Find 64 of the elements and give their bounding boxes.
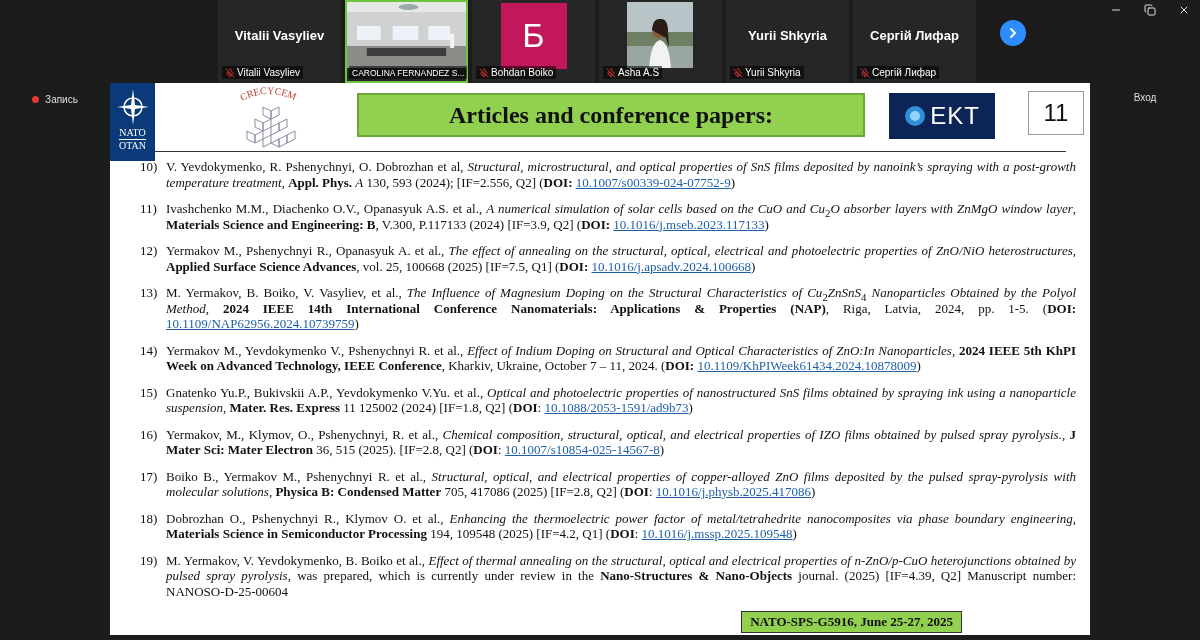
participant-tile[interactable]: Б Bohdan Boiko xyxy=(472,0,595,83)
reference-text: M. Yermakov, B. Boiko, V. Vasyliev, et al., The Influence of Magnesium Doping on the Structural Characteristics of Cu$_{2}$ZnSnS$_{4}$ Nanoparticles Obtained by the Polyol Method, 2024 IEEE 14th International Conference Nanomaterials: Applications & Properties (NAP), Riga, Latvia, 2024, pp. 1-5. (DOI: 10.1109/NAP62956.2024.10739759) xyxy=(166,285,1076,332)
muted-mic-icon xyxy=(733,67,743,78)
logo-text: EKT xyxy=(930,102,980,130)
reference-number: 19) xyxy=(140,552,159,570)
doi-link[interactable]: 10.1016/j.mseb.2023.117133 xyxy=(613,216,765,232)
participant-tile[interactable]: Asha A.S xyxy=(599,0,722,83)
doi-link[interactable]: 10.1016/j.physb.2025.417086 xyxy=(655,484,812,499)
reference-text: Dobrozhan O., Pshenychnyi R., Klymov O. et al., Enhancing the thermoelectric power factor of metal/tetrahedrite nanocomposites via phase boundary engineering, Materials Science in Semiconductor Processing 194, 109548 (2025) [IF=4.2, Q1] (DOI: 10.1016/j.mssp.2025.109548) xyxy=(166,510,1076,542)
recording-label: Запись xyxy=(45,93,78,105)
reference-text: Yermakov M., Yevdokymenko V., Pshenychnyi R. et al., Effect of Indium Doping on Structural and Optical Characteristics of ZnO:In Nanoparticles, 2024 IEEE 5th KhPI Week on Advanced Technology, IEEE Conference, Kharkiv, Ukraine, October 7 – 11, 2024. (DOI: 10.1109/KhPIWeek61434.2024.10878009) xyxy=(166,342,1076,374)
reference-text: Yermakov, M., Klymov, O., Pshenychnyi, R. et al., Chemical composition, structural, optical, and electrical properties of IZO films obtained by pulsed spray pyrolysis., J Mater Sci: Mater Electron 36, 515 (2025). [IF=2.8, Q2] (DOI: 10.1007/s10854-025-14567-8) xyxy=(166,426,1076,458)
reference-text: V. Yevdokymenko, R. Pshenychnyi, O. Dobrozhan et al, Structural, microstructural, and optical properties of SnS films deposited by nanoink’s spraying with a post-growth temperature treatment, Appl. Phys. A 130, 593 (2024); [IF=2.556, Q2] (DOI: 10.1007/s00339-024-07752-9) xyxy=(166,159,1076,190)
participant-label: Vitalii Vasyliev xyxy=(237,67,300,78)
doi-link[interactable]: 10.1016/j.mssp.2025.109548 xyxy=(641,526,793,541)
doi-link[interactable]: 10.1016/j.apsadv.2024.100668 xyxy=(591,258,751,274)
slide-title: Articles and conference papers: xyxy=(448,101,774,129)
login-label[interactable]: Вход xyxy=(1133,92,1157,103)
reference-number: 11) xyxy=(140,201,158,218)
cubes-drawing xyxy=(246,106,296,148)
reference-text: Yermakov M., Pshenychnyi R., Opanasyuk A. et al., The effect of annealing on the structural, optical, electrical and photoelectric properties of ZnO/NiO heterostructures, Applied Surface Science Advances, vol. 25, 100668 (2025) [IF=7.5, Q1] (DOI: 10.1016/j.apsadv.2024.100668) xyxy=(166,243,1076,274)
logo-text: CRECYCEM xyxy=(238,84,299,103)
participant-label: Asha A.S xyxy=(618,67,660,78)
reference-text: Gnatenko Yu.P., Bukivskii A.P., Yevdokymenko V.Yu. et al., Optical and photoelectric properties of nanostructured SnS films obtained by spraying ink using a nanoparticle suspension, Mater. Res. Express 11 125002 (2024) [IF=1.8, Q2] (DOI: 10.1088/2053-1591/ad9b73) xyxy=(166,384,1076,416)
reference-number: 12) xyxy=(140,243,159,260)
muted-mic-icon xyxy=(225,67,235,78)
reference-number: 17) xyxy=(140,468,159,486)
participant-tile[interactable]: Vitalii Vasyliev Vitalii Vasyliev xyxy=(218,0,341,83)
participant-label: Сергій Лифар xyxy=(872,67,937,78)
muted-mic-icon xyxy=(606,67,616,78)
reference-number: 13) xyxy=(140,285,159,302)
participant-tile[interactable]: Yurii Shkyria Yurii Shkyria xyxy=(726,0,849,83)
slide-number: 11 xyxy=(1028,91,1084,135)
next-page-button[interactable] xyxy=(1000,20,1026,46)
reference-number: 15) xyxy=(140,384,159,402)
muted-mic-icon xyxy=(860,67,870,78)
logo-text: OTAN xyxy=(119,139,146,152)
participant-avatar: Б xyxy=(500,2,567,69)
doi-link[interactable]: 10.1109/NAP62956.2024.10739759 xyxy=(166,316,355,331)
reference-number: 16) xyxy=(140,426,159,444)
doi-link[interactable]: 10.1007/s10854-025-14567-8 xyxy=(504,442,660,457)
doi-link[interactable]: 10.1007/s00339-024-07752-9 xyxy=(575,174,731,190)
participant-tile[interactable]: Сергій Лифар Сергій Лифар xyxy=(853,0,976,83)
doi-link[interactable]: 10.1088/2053-1591/ad9b73 xyxy=(544,400,689,415)
reference-text: M. Yermakov, V. Yevdokymenko, B. Boiko et al., Effect of thermal annealing on the structural, optical and electrical properties of n-ZnO/p-CuO heterojunctions obtained by pulsed spray pyrolysis, was prepared, which is currently under review in the Nano-Structures & Nano-Objects journal. (2025) [IF=4.39, Q2] Manuscript number: NANOSO-D-25-00604 xyxy=(166,552,1076,599)
close-icon[interactable] xyxy=(1178,4,1190,16)
globe-icon xyxy=(904,105,927,127)
reference-text: Boiko B., Yermakov M., Pshenychnyi R. et al., Structural, optical, and electrical properties of copper-alloyed ZnO films deposited by the pulsed spray-pyrolysis with molecular solutions, Physica B: Condensed Matter 705, 417086 (2025) [IF=2.8, Q2] (DOI: 10.1016/j.physb.2025.417086) xyxy=(166,468,1076,500)
reference-number: 10) xyxy=(140,159,159,176)
footer-banner: NATO-SPS-G5916, June 25-27, 2025 xyxy=(741,611,962,633)
participant-name: Yurii Shkyria xyxy=(748,28,827,43)
participant-name: Сергій Лифар xyxy=(870,28,959,43)
participant-label: Bohdan Boiko xyxy=(491,67,554,78)
reference-number: 18) xyxy=(140,510,159,528)
participant-label: Yurii Shkyria xyxy=(745,67,801,78)
participant-tile[interactable]: CAROLINA FERNANDEZ S... xyxy=(345,0,468,83)
participant-label: CAROLINA FERNANDEZ S... xyxy=(352,67,465,78)
logo-text: NATO xyxy=(119,127,146,139)
muted-mic-icon xyxy=(479,67,489,78)
participant-name: Vitalii Vasyliev xyxy=(234,28,325,43)
restore-icon[interactable] xyxy=(1144,4,1156,16)
reference-number: 14) xyxy=(140,342,159,360)
doi-link[interactable]: 10.1109/KhPIWeek61434.2024.10878009 xyxy=(697,358,917,373)
reference-text: Ivashchenko M.M., Diachenko O.V., Opanasyuk A.S. et al., A numerical simulation of solar cells based on the CuO and Cu$_{2}$O absorber layers with ZnMgO window layer, Materials Science and Engineering: B, V.300, P.117133 (2024) [IF=3.9, Q2] (DOI: 10.1016/j.mseb.2023.117133) xyxy=(166,201,1076,232)
